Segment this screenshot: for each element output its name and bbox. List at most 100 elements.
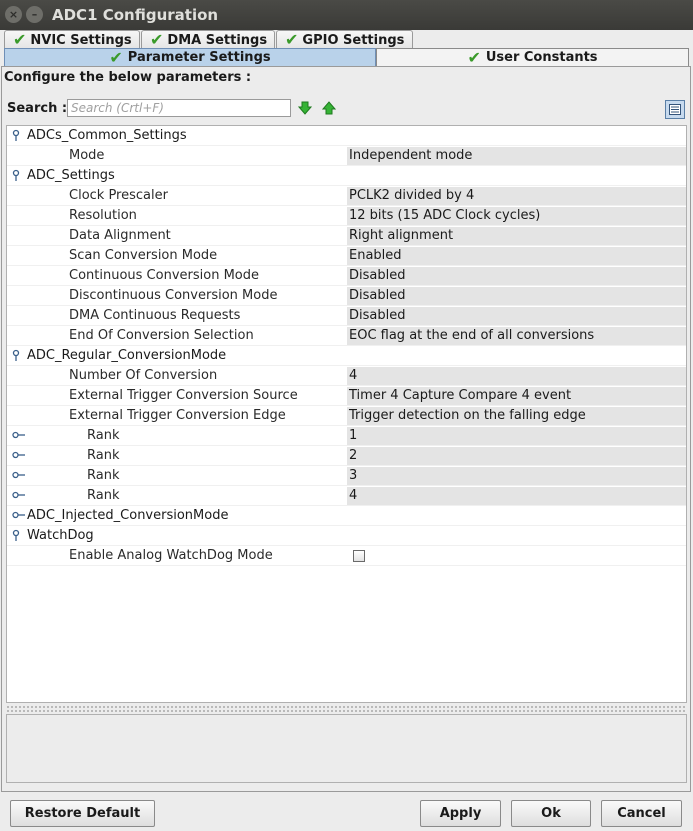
table-row[interactable]: Rank 4 xyxy=(7,486,686,506)
table-row[interactable]: Mode Independent mode xyxy=(7,146,686,166)
group-name: ADCs_Common_Settings xyxy=(27,128,187,143)
table-row[interactable]: External Trigger Conversion Edge Trigger… xyxy=(7,406,686,426)
table-row[interactable]: External Trigger Conversion Source Timer… xyxy=(7,386,686,406)
param-name: Resolution xyxy=(69,208,137,223)
table-row[interactable]: Enable Analog WatchDog Mode xyxy=(7,546,686,566)
param-value[interactable]: 2 xyxy=(347,447,686,465)
parameter-panel: Configure the below parameters : Search … xyxy=(1,66,691,792)
table-row[interactable]: Continuous Conversion Mode Disabled xyxy=(7,266,686,286)
search-next-arrow-down-icon[interactable] xyxy=(298,101,312,115)
param-value[interactable]: Right alignment xyxy=(347,227,686,245)
cancel-button[interactable]: Cancel xyxy=(601,800,682,827)
expanded-node-icon[interactable] xyxy=(11,129,21,143)
param-value-cell xyxy=(347,547,686,565)
table-row[interactable]: Data Alignment Right alignment xyxy=(7,226,686,246)
expanded-node-icon[interactable] xyxy=(11,529,21,543)
param-value[interactable]: Enabled xyxy=(347,247,686,265)
tab-label: User Constants xyxy=(485,50,598,65)
tab-label: NVIC Settings xyxy=(30,32,132,48)
param-value[interactable]: Independent mode xyxy=(347,147,686,165)
tab-label: DMA Settings xyxy=(167,32,268,48)
param-value[interactable]: Disabled xyxy=(347,287,686,305)
param-value[interactable]: Disabled xyxy=(347,307,686,325)
param-value[interactable]: PCLK2 divided by 4 xyxy=(347,187,686,205)
enable-analog-watchdog-checkbox[interactable] xyxy=(353,550,365,562)
table-row[interactable]: Clock Prescaler PCLK2 divided by 4 xyxy=(7,186,686,206)
tab-bar-top: ✔ NVIC Settings ✔ DMA Settings ✔ GPIO Se… xyxy=(0,30,693,49)
group-name: ADC_Injected_ConversionMode xyxy=(27,508,229,523)
param-name: Data Alignment xyxy=(69,228,171,243)
group-name: WatchDog xyxy=(27,528,94,543)
table-row[interactable]: Scan Conversion Mode Enabled xyxy=(7,246,686,266)
search-input[interactable] xyxy=(67,99,291,117)
param-name: Enable Analog WatchDog Mode xyxy=(69,548,273,563)
param-value[interactable]: 1 xyxy=(347,427,686,445)
param-value[interactable]: 3 xyxy=(347,467,686,485)
table-row[interactable]: Rank 3 xyxy=(7,466,686,486)
check-icon: ✔ xyxy=(13,30,27,49)
table-row[interactable]: Rank 2 xyxy=(7,446,686,466)
param-name: Number Of Conversion xyxy=(69,368,218,383)
list-view-button[interactable] xyxy=(665,100,685,119)
param-name: DMA Continuous Requests xyxy=(69,308,241,323)
param-value[interactable]: Timer 4 Capture Compare 4 event xyxy=(347,387,686,405)
tab-user-constants[interactable]: ✔ User Constants xyxy=(376,48,689,66)
tree-group-row[interactable]: ADC_Settings xyxy=(7,166,686,186)
param-name: End Of Conversion Selection xyxy=(69,328,254,343)
collapsed-node-icon[interactable] xyxy=(12,470,26,480)
check-icon: ✔ xyxy=(150,30,164,49)
collapsed-node-icon[interactable] xyxy=(12,450,26,460)
table-row[interactable]: Discontinuous Conversion Mode Disabled xyxy=(7,286,686,306)
collapsed-node-icon[interactable] xyxy=(12,430,26,440)
collapsed-node-icon[interactable] xyxy=(12,510,26,520)
param-value[interactable]: EOC flag at the end of all conversions xyxy=(347,327,686,345)
title-bar: × – ADC1 Configuration xyxy=(0,0,693,30)
param-value[interactable]: 12 bits (15 ADC Clock cycles) xyxy=(347,207,686,225)
tab-dma-settings[interactable]: ✔ DMA Settings xyxy=(141,30,275,49)
param-name: Rank xyxy=(87,448,120,463)
expanded-node-icon[interactable] xyxy=(11,169,21,183)
tab-label: GPIO Settings xyxy=(302,32,405,48)
table-row[interactable]: DMA Continuous Requests Disabled xyxy=(7,306,686,326)
param-name: Mode xyxy=(69,148,105,163)
configure-label: Configure the below parameters : xyxy=(4,70,252,85)
close-window-icon[interactable]: × xyxy=(5,6,22,23)
table-row[interactable]: Resolution 12 bits (15 ADC Clock cycles) xyxy=(7,206,686,226)
param-name: Clock Prescaler xyxy=(69,188,168,203)
tree-group-row[interactable]: ADCs_Common_Settings xyxy=(7,126,686,146)
search-label: Search : xyxy=(7,101,68,116)
description-area xyxy=(6,714,687,783)
apply-button[interactable]: Apply xyxy=(420,800,501,827)
tree-group-row[interactable]: ADC_Injected_ConversionMode xyxy=(7,506,686,526)
minimize-window-icon[interactable]: – xyxy=(26,6,43,23)
table-row[interactable]: Rank 1 xyxy=(7,426,686,446)
tab-label: Parameter Settings xyxy=(127,50,271,65)
tab-parameter-settings[interactable]: ✔ Parameter Settings xyxy=(4,48,376,66)
table-row[interactable]: End Of Conversion Selection EOC flag at … xyxy=(7,326,686,346)
parameter-tree: ADCs_Common_Settings Mode Independent mo… xyxy=(6,125,687,703)
table-row[interactable]: Number Of Conversion 4 xyxy=(7,366,686,386)
check-icon: ✔ xyxy=(109,47,123,67)
param-name: Rank xyxy=(87,428,120,443)
tab-gpio-settings[interactable]: ✔ GPIO Settings xyxy=(276,30,413,49)
param-value[interactable]: Trigger detection on the falling edge xyxy=(347,407,686,425)
tree-group-row[interactable]: ADC_Regular_ConversionMode xyxy=(7,346,686,366)
group-name: ADC_Regular_ConversionMode xyxy=(27,348,227,363)
expanded-node-icon[interactable] xyxy=(11,349,21,363)
collapsed-node-icon[interactable] xyxy=(12,490,26,500)
param-name: External Trigger Conversion Source xyxy=(69,388,298,403)
tab-nvic-settings[interactable]: ✔ NVIC Settings xyxy=(4,30,140,49)
window-title: ADC1 Configuration xyxy=(52,6,219,24)
splitter-handle[interactable] xyxy=(6,705,687,713)
ok-button[interactable]: Ok xyxy=(511,800,591,827)
search-previous-arrow-up-icon[interactable] xyxy=(322,101,336,115)
tab-bar-second: ✔ Parameter Settings ✔ User Constants xyxy=(0,48,693,66)
param-value[interactable]: Disabled xyxy=(347,267,686,285)
param-name: Rank xyxy=(87,488,120,503)
param-value[interactable]: 4 xyxy=(347,367,686,385)
check-icon: ✔ xyxy=(467,47,481,67)
param-name: Rank xyxy=(87,468,120,483)
restore-default-button[interactable]: Restore Default xyxy=(10,800,155,827)
param-value[interactable]: 4 xyxy=(347,487,686,505)
tree-group-row[interactable]: WatchDog xyxy=(7,526,686,546)
